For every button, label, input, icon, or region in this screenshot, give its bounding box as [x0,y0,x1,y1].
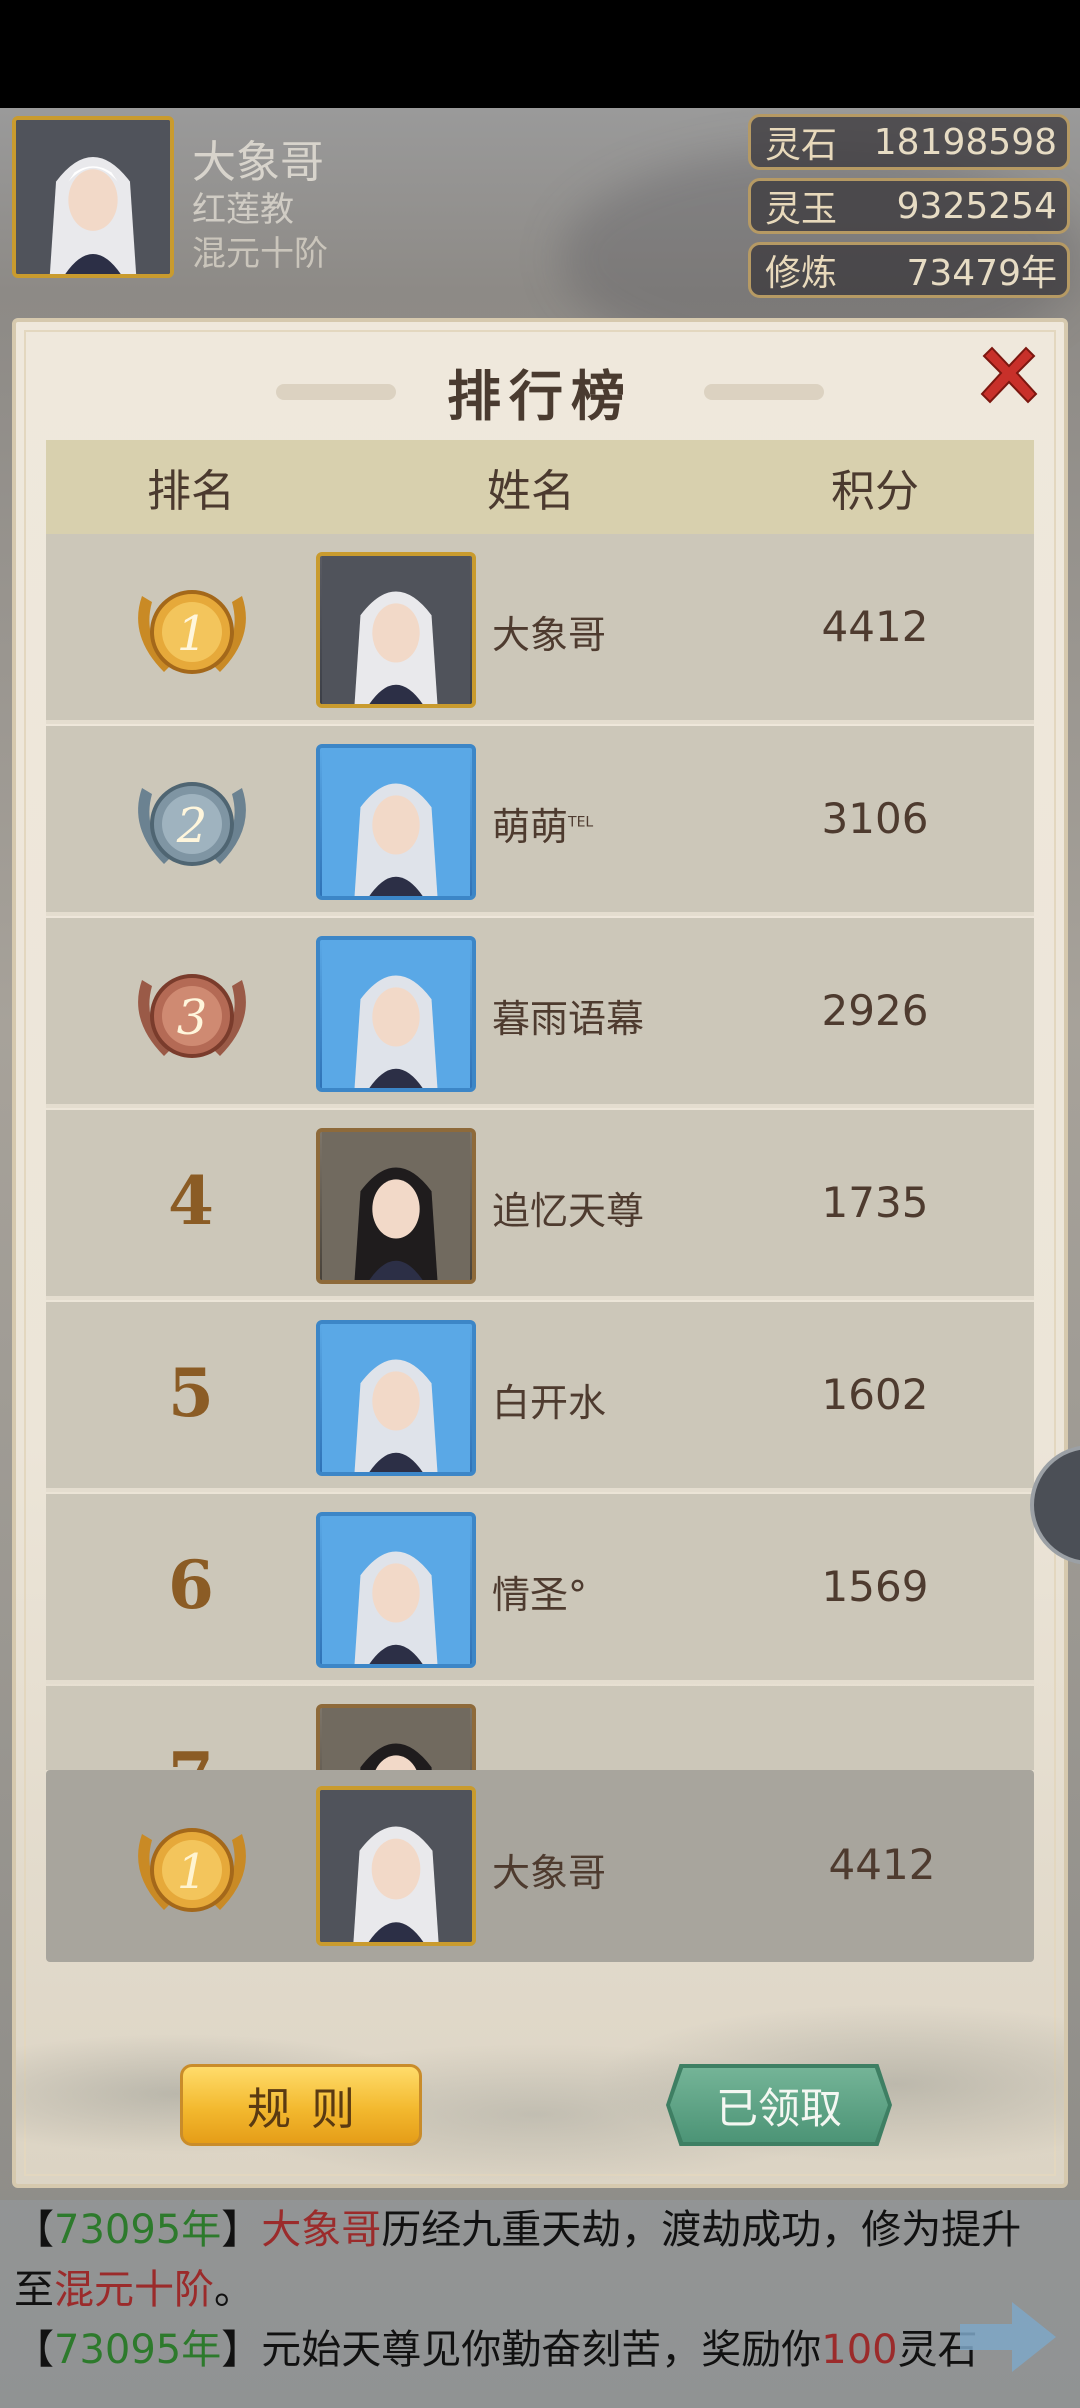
scroll-log-arrow-icon[interactable] [960,2302,1056,2372]
player-score: 3106 [821,794,929,843]
status-bar [0,0,1080,108]
player-avatar[interactable] [12,116,174,278]
rank-number: 4 [168,1162,214,1240]
silver-medal-icon: 2 [138,782,246,866]
resource-label: 修炼 [765,253,838,294]
table-header: 排名 姓名 积分 [46,440,1034,534]
rank-number: 7 [146,1738,236,1770]
leaderboard-row[interactable]: 1 大象哥 4412 [46,534,1034,724]
leaderboard-row[interactable]: 4 追忆天尊 1735 [46,1110,1034,1300]
log-line: 至混元十阶。 [14,2260,1066,2320]
player-name: 大象哥 [192,137,324,188]
player-avatar[interactable] [316,1512,476,1668]
log-text: 至 [14,2267,54,2313]
resource-value: 73479年 [906,253,1057,294]
gold-medal-icon: 1 [138,1828,246,1912]
log-year: 73095年 [54,2327,222,2373]
medal-number: 2 [176,798,208,854]
avatar-portrait-icon [322,556,470,704]
name-badge: TEL [568,814,594,831]
leaderboard-row[interactable]: 7 [46,1686,1034,1770]
leaderboard-row[interactable]: 2 萌萌TEL 3106 [46,726,1034,916]
player-score: 1602 [821,1370,929,1419]
log-year: 73095年 [54,2207,222,2253]
log-line: 【73095年】元始天尊见你勤奋刻苦，奖励你100灵石 [14,2327,978,2373]
leaderboard-list[interactable]: 1 大象哥 4412 2 萌萌TEL 3106 3 暮雨语幕 2926 4 追忆天尊 1735 5 白开水… [46,534,1034,1770]
player-score: 2926 [821,986,929,1035]
avatar-portrait-icon [322,940,470,1088]
resource-value: 9325254 [896,185,1057,227]
player-avatar[interactable] [316,936,476,1092]
player-avatar[interactable] [316,1704,476,1770]
leaderboard-row[interactable]: 6 情圣° 1569 [46,1494,1034,1684]
avatar-portrait-icon [322,1324,470,1472]
resource-value: 18198598 [873,121,1057,163]
my-rank-row: 1 大象哥 4412 [46,1770,1034,1962]
resource-spirit-jade: 灵玉 9325254 [748,178,1070,234]
player-avatar[interactable] [316,1128,476,1284]
resource-spirit-stone: 灵石 18198598 [748,114,1070,170]
player-avatar[interactable] [316,1320,476,1476]
event-log: 【73095年】大象哥历经九重天劫，渡劫成功，修为提升 至混元十阶。 【7309… [0,2200,1080,2408]
rules-button[interactable]: 规则 [180,2064,422,2146]
player-score: 4412 [821,602,929,651]
player-name: 暮雨语幕 [492,997,645,1041]
log-text: 。 [214,2267,254,2313]
bronze-medal-icon: 3 [138,974,246,1058]
rank-number: 6 [168,1546,214,1624]
log-player-name: 大象哥 [261,2207,382,2253]
resource-label: 灵石 [765,125,838,166]
player-name: 白开水 [492,1381,607,1425]
avatar-portrait-icon [322,748,470,896]
my-avatar [316,1786,476,1946]
resource-cultivation: 修炼 73479年 [748,242,1070,298]
resource-label: 灵玉 [765,189,838,230]
avatar-portrait-icon [320,1790,472,1942]
gold-medal-icon: 1 [138,590,246,674]
leaderboard-row[interactable]: 5 白开水 1602 [46,1302,1034,1492]
medal-number: 1 [177,1844,208,1900]
player-name: 萌萌TEL [492,805,594,849]
log-rank: 混元十阶 [54,2267,214,2313]
player-avatar[interactable] [316,552,476,708]
player-name: 追忆天尊 [492,1189,645,1233]
leaderboard-row[interactable]: 3 暮雨语幕 2926 [46,918,1034,1108]
log-text: 历经九重天劫，渡劫成功，修为提升 [381,2207,1022,2253]
log-text: 元始天尊见你勤奋刻苦，奖励你 [261,2327,822,2373]
player-cultivation-rank: 混元十阶 [192,234,328,274]
player-score: 1569 [821,1562,929,1611]
header-name: 姓名 [487,466,575,517]
player-sect: 红莲教 [192,190,294,230]
player-avatar[interactable] [316,744,476,900]
avatar-portrait-icon [322,1132,470,1280]
player-score: 1735 [821,1178,929,1227]
medal-number: 3 [177,990,208,1046]
avatar-portrait-icon [322,1516,470,1664]
close-icon[interactable] [974,342,1044,412]
log-line: 【73095年】大象哥历经九重天劫，渡劫成功，修为提升 [14,2207,1022,2253]
claimed-button[interactable]: 已领取 [670,2068,888,2142]
player-name: 大象哥 [492,613,607,657]
panel-title: 排行榜 [447,364,633,428]
avatar-portrait-icon [16,120,170,274]
my-name: 大象哥 [492,1851,607,1895]
player-name: 情圣° [492,1573,588,1617]
medal-number: 1 [177,606,208,662]
log-amount: 100 [821,2327,898,2373]
my-score: 4412 [828,1840,936,1889]
header-score: 积分 [831,466,919,517]
header-rank: 排名 [147,466,235,517]
avatar-portrait-icon [322,1708,470,1770]
rank-number: 5 [168,1354,214,1432]
